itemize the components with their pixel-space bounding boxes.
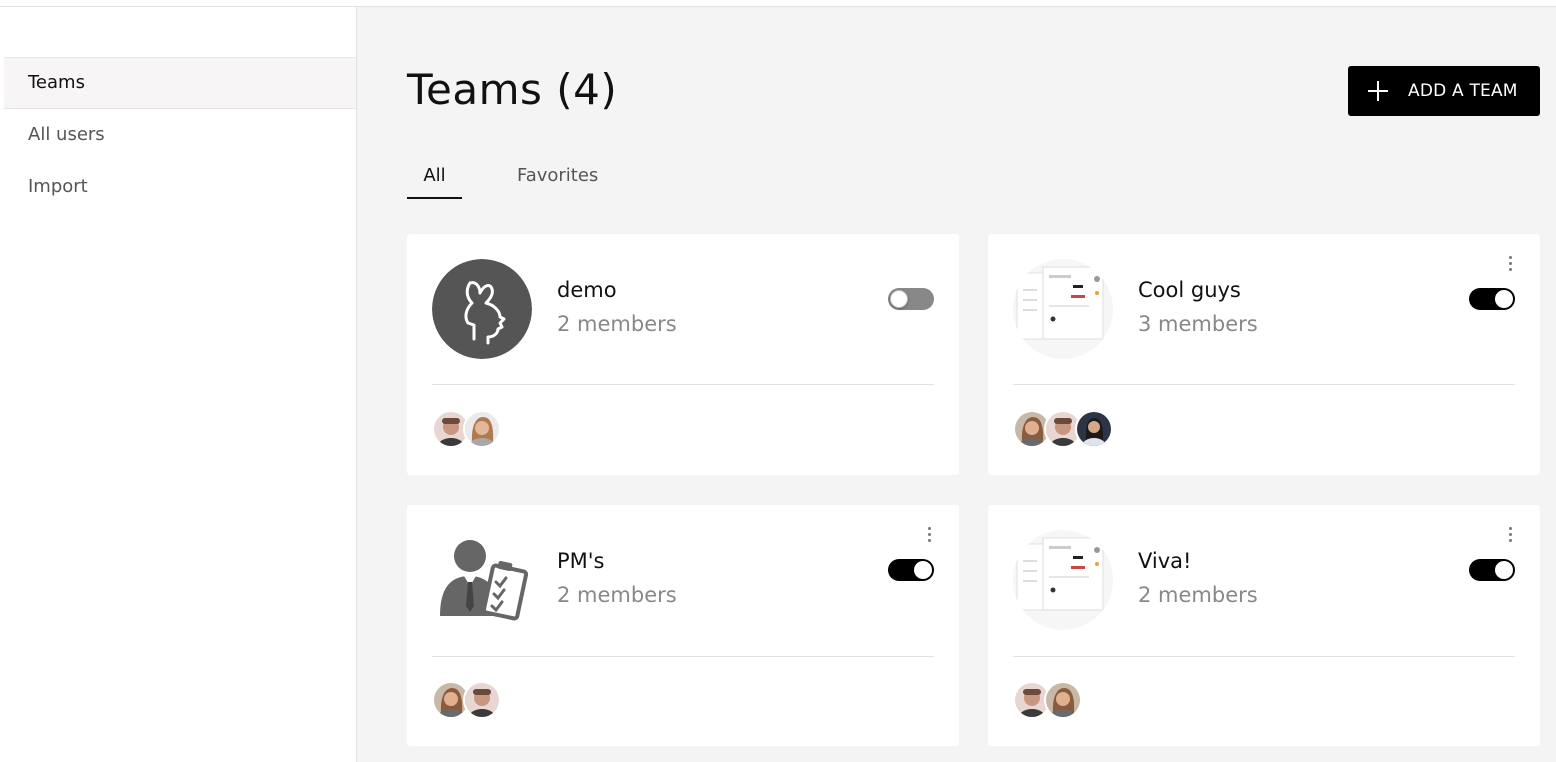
member-avatars (432, 681, 501, 719)
card-divider (432, 384, 934, 385)
main-content: Teams (4) ADD A TEAM All Favorites demo … (357, 7, 1556, 762)
sidebar-nav: Teams All users Import (4, 57, 356, 213)
bunny-head-icon (432, 259, 532, 359)
screenshot-thumbnail (1013, 530, 1113, 630)
card-divider (1013, 384, 1515, 385)
more-options-icon[interactable] (1504, 256, 1516, 274)
team-name: demo (557, 278, 617, 302)
member-avatars (432, 410, 501, 448)
toggle-knob (890, 290, 908, 308)
team-member-count: 3 members (1138, 312, 1258, 336)
avatar[interactable] (1044, 681, 1082, 719)
sidebar-item-import[interactable]: Import (4, 161, 356, 213)
add-team-button-label: ADD A TEAM (1408, 81, 1518, 101)
toggle-knob (1495, 290, 1513, 308)
favorite-toggle[interactable] (1469, 288, 1515, 310)
top-bar (0, 0, 1556, 7)
tab-favorites[interactable]: Favorites (517, 159, 598, 199)
team-card-cool-guys[interactable]: Cool guys 3 members (988, 234, 1540, 475)
manager-checklist-icon (432, 530, 532, 630)
team-member-count: 2 members (557, 312, 677, 336)
sidebar-item-teams[interactable]: Teams (4, 57, 356, 109)
more-options-icon[interactable] (1504, 527, 1516, 545)
page-title: Teams (4) (407, 65, 618, 114)
favorite-toggle[interactable] (1469, 559, 1515, 581)
team-member-count: 2 members (1138, 583, 1258, 607)
add-team-button[interactable]: ADD A TEAM (1348, 66, 1540, 116)
team-name: PM's (557, 549, 605, 573)
tab-all[interactable]: All (407, 159, 462, 199)
avatar[interactable] (463, 410, 501, 448)
member-avatars (1013, 410, 1113, 448)
card-divider (1013, 656, 1515, 657)
team-tabs: All Favorites (407, 159, 598, 199)
sidebar-item-all-users[interactable]: All users (4, 109, 356, 161)
avatar[interactable] (463, 681, 501, 719)
plus-icon (1368, 81, 1388, 101)
member-avatars (1013, 681, 1082, 719)
more-options-icon[interactable] (923, 527, 935, 545)
team-name: Viva! (1138, 549, 1192, 573)
toggle-knob (914, 561, 932, 579)
card-divider (432, 656, 934, 657)
screenshot-thumbnail (1013, 259, 1113, 359)
team-card-pms[interactable]: PM's 2 members (407, 505, 959, 746)
sidebar: Teams All users Import (0, 7, 357, 762)
team-member-count: 2 members (557, 583, 677, 607)
avatar[interactable] (1075, 410, 1113, 448)
team-name: Cool guys (1138, 278, 1241, 302)
favorite-toggle[interactable] (888, 559, 934, 581)
team-card-viva[interactable]: Viva! 2 members (988, 505, 1540, 746)
toggle-knob (1495, 561, 1513, 579)
team-card-demo[interactable]: demo 2 members (407, 234, 959, 475)
favorite-toggle[interactable] (888, 288, 934, 310)
